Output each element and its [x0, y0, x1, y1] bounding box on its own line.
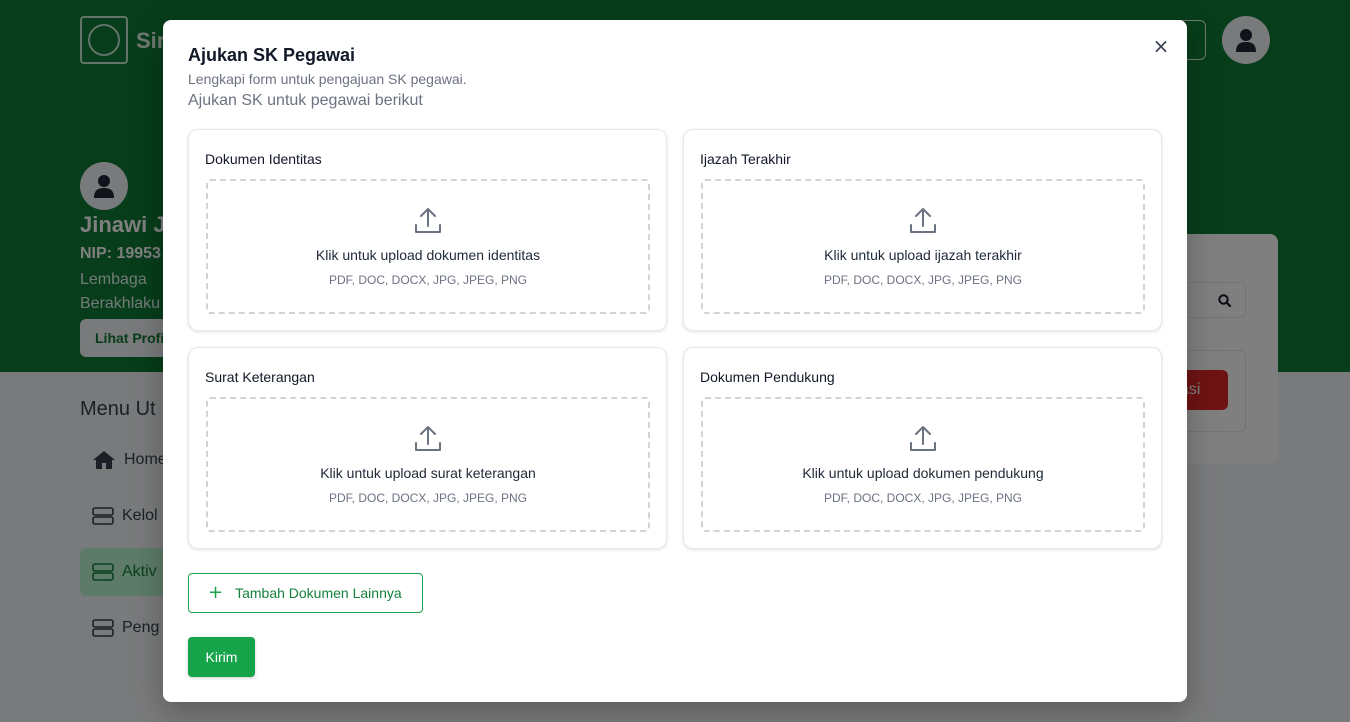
- upload-dropzone-identitas[interactable]: Klik untuk upload dokumen identitas PDF,…: [206, 179, 650, 314]
- document-card-pendukung: Dokumen Pendukung Klik untuk upload doku…: [683, 347, 1162, 549]
- document-title: Dokumen Identitas: [205, 151, 322, 167]
- close-icon[interactable]: ×: [1151, 36, 1171, 56]
- modal-subtitle: Ajukan SK untuk pegawai berikut: [188, 92, 423, 109]
- upload-formats: PDF, DOC, DOCX, JPG, JPEG, PNG: [823, 491, 1023, 505]
- upload-icon: [910, 426, 936, 451]
- upload-instruction: Klik untuk upload surat keterangan: [320, 465, 536, 481]
- upload-dropzone-ijazah[interactable]: Klik untuk upload ijazah terakhir PDF, D…: [701, 179, 1145, 314]
- document-title: Ijazah Terakhir: [700, 151, 791, 167]
- submit-sk-modal: × Ajukan SK Pegawai Lengkapi form untuk …: [163, 20, 1187, 702]
- upload-instruction: Klik untuk upload dokumen pendukung: [802, 465, 1044, 481]
- document-card-surat-keterangan: Surat Keterangan Klik untuk upload surat…: [188, 347, 667, 549]
- upload-formats: PDF, DOC, DOCX, JPG, JPEG, PNG: [328, 491, 528, 505]
- add-document-label: Tambah Dokumen Lainnya: [235, 585, 402, 601]
- upload-instruction: Klik untuk upload ijazah terakhir: [824, 247, 1022, 263]
- document-card-identitas: Dokumen Identitas Klik untuk upload doku…: [188, 129, 667, 331]
- modal-description: Lengkapi form untuk pengajuan SK pegawai…: [188, 71, 467, 87]
- modal-title: Ajukan SK Pegawai: [188, 45, 356, 65]
- document-title: Surat Keterangan: [205, 369, 315, 385]
- add-document-button[interactable]: + Tambah Dokumen Lainnya: [188, 573, 423, 613]
- plus-icon: +: [208, 582, 224, 603]
- upload-icon: [910, 208, 936, 233]
- submit-button[interactable]: Kirim: [188, 637, 255, 677]
- upload-dropzone-surat-keterangan[interactable]: Klik untuk upload surat keterangan PDF, …: [206, 397, 650, 532]
- upload-instruction: Klik untuk upload dokumen identitas: [315, 247, 541, 263]
- document-title: Dokumen Pendukung: [700, 369, 835, 385]
- upload-formats: PDF, DOC, DOCX, JPG, JPEG, PNG: [823, 273, 1023, 287]
- upload-icon: [415, 208, 441, 233]
- document-card-ijazah: Ijazah Terakhir Klik untuk upload ijazah…: [683, 129, 1162, 331]
- upload-icon: [415, 426, 441, 451]
- upload-formats: PDF, DOC, DOCX, JPG, JPEG, PNG: [328, 273, 528, 287]
- upload-dropzone-pendukung[interactable]: Klik untuk upload dokumen pendukung PDF,…: [701, 397, 1145, 532]
